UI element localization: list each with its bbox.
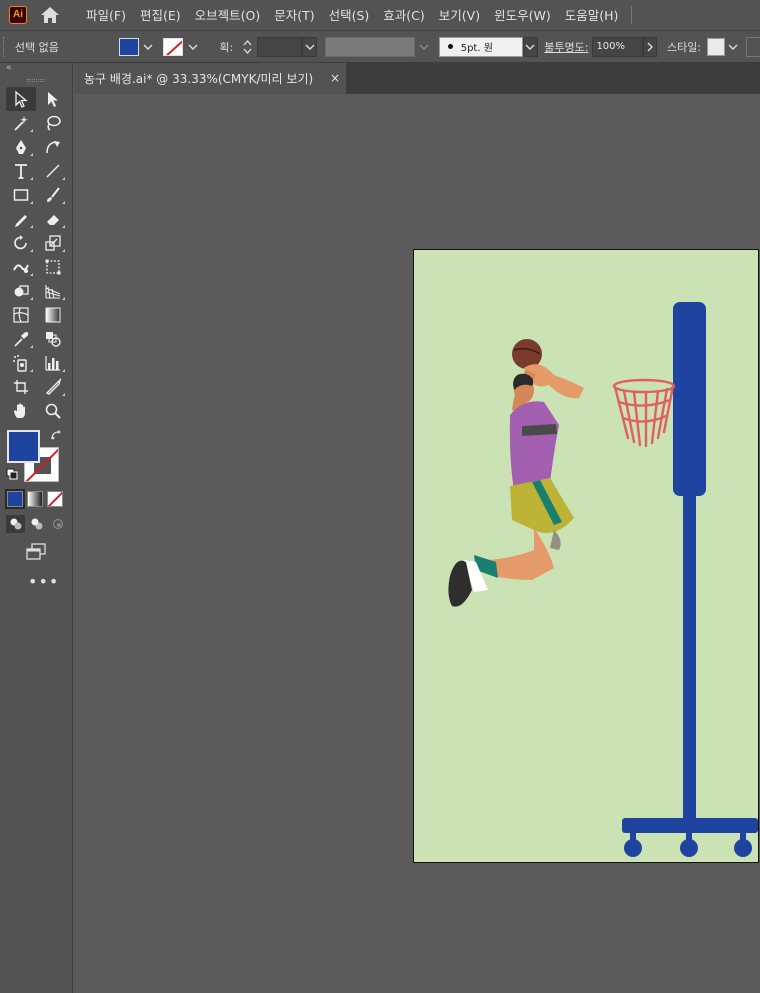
- document-tab-title: 농구 배경.ai* @ 33.33%(CMYK/미리 보기): [84, 72, 314, 86]
- style-label: 스타일:: [666, 40, 702, 54]
- menu-divider: [631, 6, 633, 24]
- tools-panel-header: «: [0, 63, 72, 87]
- canvas-workspace[interactable]: [74, 94, 760, 993]
- brush-dot-icon: [447, 44, 453, 49]
- column-graph-tool-icon[interactable]: [38, 351, 68, 375]
- brush-chevron-icon[interactable]: [522, 36, 539, 57]
- slice-tool-icon[interactable]: [38, 375, 68, 399]
- blend-tool-icon[interactable]: [38, 327, 68, 351]
- profile-chevron-icon[interactable]: [417, 37, 431, 57]
- fill-stroke-selector: [6, 429, 66, 485]
- stroke-dropdown-chevron-icon[interactable]: [186, 38, 200, 56]
- fill-dropdown-chevron-icon[interactable]: [142, 38, 156, 56]
- magic-wand-tool-icon[interactable]: [6, 111, 36, 135]
- basketball-player[interactable]: [448, 339, 584, 607]
- stroke-color-swatch[interactable]: [163, 37, 183, 56]
- fill-color-swatch[interactable]: [118, 37, 139, 56]
- stroke-weight-stepper[interactable]: [241, 37, 255, 57]
- menu-item[interactable]: 선택(S): [322, 0, 377, 31]
- screen-mode-icon[interactable]: [25, 543, 47, 561]
- app-logo: Ai: [9, 6, 27, 24]
- curvature-tool-icon[interactable]: [38, 135, 68, 159]
- home-icon[interactable]: [39, 5, 61, 25]
- menu-item[interactable]: 파일(F): [79, 0, 133, 31]
- type-tool-icon[interactable]: [6, 159, 36, 183]
- mesh-tool-icon[interactable]: [6, 303, 36, 327]
- symbol-sprayer-tool-icon[interactable]: [6, 351, 36, 375]
- opacity-label[interactable]: 불투명도:: [544, 39, 588, 55]
- collapse-icon[interactable]: «: [6, 63, 12, 73]
- menu-item[interactable]: 문자(T): [267, 0, 321, 31]
- swap-fill-stroke-icon[interactable]: [50, 429, 62, 441]
- eraser-tool-icon[interactable]: [38, 207, 68, 231]
- close-icon[interactable]: ×: [330, 71, 340, 85]
- hoop-stand[interactable]: [622, 302, 758, 857]
- edit-toolbar-more-icon[interactable]: •••: [28, 572, 72, 591]
- hoop-net[interactable]: [612, 378, 676, 448]
- tools-panel: « •••: [0, 63, 73, 993]
- line-segment-tool-icon[interactable]: [38, 159, 68, 183]
- variable-width-profile[interactable]: [325, 36, 416, 57]
- fill-color-box[interactable]: [7, 430, 40, 463]
- artboard-tool-icon[interactable]: [6, 375, 36, 399]
- scale-tool-icon[interactable]: [38, 231, 68, 255]
- style-chevron-icon[interactable]: [727, 37, 741, 57]
- zoom-tool-icon[interactable]: [38, 399, 68, 423]
- rotate-tool-icon[interactable]: [6, 231, 36, 255]
- stroke-weight-input[interactable]: [256, 36, 302, 57]
- tools-panel-grip[interactable]: [27, 79, 45, 82]
- menu-item[interactable]: 오브젝트(O): [188, 0, 268, 31]
- pencil-tool-icon[interactable]: [6, 207, 36, 231]
- menu-bar: Ai 파일(F) 편집(E) 오브젝트(O) 문자(T) 선택(S) 효과(C) 보기(V)…: [0, 0, 760, 31]
- control-bar-grip[interactable]: [3, 36, 7, 57]
- color-mode-button[interactable]: [5, 489, 25, 509]
- control-bar: 선택 없음 획: 5pt. 원 불투명도: 100% 스타일:: [0, 31, 760, 63]
- brush-definition[interactable]: 5pt. 원: [438, 36, 523, 57]
- selection-status: 선택 없음: [14, 40, 59, 54]
- document-tab-bar: 농구 배경.ai* @ 33.33%(CMYK/미리 보기) ×: [74, 63, 760, 94]
- paintbrush-tool-icon[interactable]: [38, 183, 68, 207]
- rectangle-tool-icon[interactable]: [6, 183, 36, 207]
- menu-item[interactable]: 보기(V): [432, 0, 487, 31]
- graphic-style-swatch[interactable]: [707, 37, 725, 56]
- artwork[interactable]: [414, 250, 758, 862]
- brush-label: 5pt. 원: [460, 43, 493, 54]
- lasso-tool-icon[interactable]: [38, 111, 68, 135]
- draw-normal-icon[interactable]: [6, 515, 25, 533]
- selection-tool-icon[interactable]: [6, 87, 36, 111]
- pen-tool-icon[interactable]: [6, 135, 36, 159]
- warp-tool-icon[interactable]: [6, 255, 36, 279]
- stroke-weight-chevron-icon[interactable]: [301, 36, 318, 57]
- draw-behind-icon[interactable]: [27, 515, 46, 533]
- artboard[interactable]: [413, 249, 759, 863]
- menu-item[interactable]: 효과(C): [376, 0, 431, 31]
- none-mode-button[interactable]: [47, 491, 63, 507]
- perspective-grid-tool-icon[interactable]: [38, 279, 68, 303]
- shape-builder-tool-icon[interactable]: [6, 279, 36, 303]
- gradient-tool-icon[interactable]: [38, 303, 68, 327]
- menu-item[interactable]: 도움말(H): [558, 0, 626, 31]
- eyedropper-tool-icon[interactable]: [6, 327, 36, 351]
- draw-inside-icon[interactable]: [48, 515, 67, 533]
- menu-item[interactable]: 윈도우(W): [487, 0, 558, 31]
- hand-tool-icon[interactable]: [6, 399, 36, 423]
- direct-selection-tool-icon[interactable]: [38, 87, 68, 111]
- default-fill-stroke-icon[interactable]: [6, 468, 18, 480]
- free-transform-tool-icon[interactable]: [38, 255, 68, 279]
- menu-item[interactable]: 편집(E): [133, 0, 188, 31]
- control-bar-overflow[interactable]: [746, 36, 760, 57]
- stroke-weight-label: 획:: [219, 40, 234, 54]
- opacity-input[interactable]: 100%: [592, 36, 644, 57]
- document-tab[interactable]: 농구 배경.ai* @ 33.33%(CMYK/미리 보기) ×: [74, 63, 346, 94]
- opacity-chevron-right-icon[interactable]: [643, 36, 657, 57]
- menu-list: 파일(F) 편집(E) 오브젝트(O) 문자(T) 선택(S) 효과(C) 보기(V) 윈도우…: [79, 0, 625, 31]
- gradient-mode-button[interactable]: [27, 491, 43, 507]
